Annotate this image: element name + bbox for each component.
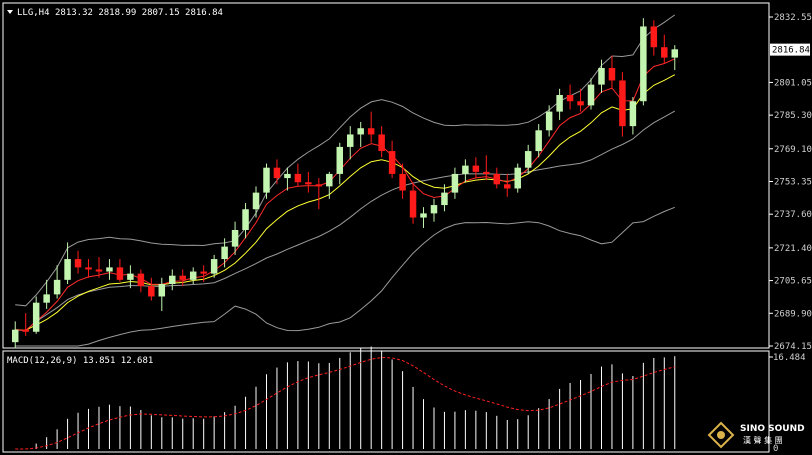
- candle-body: [441, 192, 448, 206]
- candle-body: [200, 271, 207, 274]
- candle-body: [210, 259, 218, 274]
- candle-body: [524, 151, 532, 168]
- candle-body: [577, 101, 584, 106]
- candle-body: [85, 267, 92, 270]
- candle-body: [116, 267, 124, 280]
- candle-body: [252, 192, 260, 210]
- ohlc-readout: 2813.32 2818.99 2807.15 2816.84: [55, 8, 223, 18]
- macd-indicator-label[interactable]: MACD(12,26,9) 13.851 12.681: [7, 356, 153, 366]
- candle-body: [189, 271, 197, 280]
- current-price-label: 2816.84: [772, 46, 810, 56]
- price-tick-label: 2705.65: [774, 277, 812, 287]
- candle-body: [671, 49, 679, 58]
- candle-body: [148, 286, 155, 297]
- logo-sub-text: 漢 聲 集 團: [743, 435, 783, 445]
- candle-body: [221, 246, 228, 260]
- candle-body: [367, 128, 375, 135]
- candle-body: [640, 26, 647, 102]
- candle-body: [388, 151, 396, 174]
- candle-body: [43, 294, 50, 303]
- candle-body: [378, 134, 385, 152]
- candle-body: [399, 173, 406, 191]
- candle-body: [504, 184, 511, 189]
- candle-body: [346, 134, 354, 147]
- candle-body: [242, 209, 249, 230]
- logo-center-icon: [717, 431, 725, 439]
- candle-body: [462, 165, 469, 174]
- candle-body: [545, 111, 553, 131]
- candle-body: [420, 213, 427, 218]
- candle-body: [430, 205, 438, 214]
- candle-body: [106, 267, 113, 272]
- price-tick-label: 2832.55: [774, 13, 812, 23]
- candle-body: [535, 130, 542, 152]
- logo-brand-text: SINO SOUND: [740, 424, 805, 434]
- candle-body: [514, 167, 521, 189]
- candle-body: [493, 173, 501, 185]
- candle-body: [158, 284, 166, 297]
- candle-body: [305, 182, 312, 185]
- price-axis: 2832.55 2816.84 2801.05 2785.30 2769.10 2753.…: [769, 13, 812, 352]
- candle-body: [294, 173, 302, 183]
- macd-axis-top-label: 16.484: [773, 353, 806, 363]
- candle-body: [64, 259, 71, 280]
- price-tick-label: 2753.35: [774, 178, 812, 188]
- candle-body: [483, 171, 490, 174]
- candle-body: [263, 167, 270, 193]
- candle-body: [137, 273, 145, 287]
- candle-body: [629, 101, 637, 127]
- price-tick-label: 2801.05: [774, 78, 812, 88]
- candle-body: [608, 67, 616, 81]
- candle-body: [566, 94, 574, 102]
- candle-body: [74, 259, 82, 268]
- price-tick-label: 2769.10: [774, 145, 812, 155]
- candle-body: [336, 146, 344, 174]
- price-tick-label: 2737.60: [774, 210, 812, 220]
- candle-body: [179, 275, 186, 280]
- candle-body: [409, 190, 417, 218]
- candle-body: [127, 273, 134, 280]
- candle-body: [284, 173, 291, 179]
- candle-body: [472, 165, 480, 172]
- price-tick-label: 2785.30: [774, 111, 812, 121]
- candle-body: [169, 275, 176, 285]
- candle-body: [587, 84, 595, 106]
- candle-body: [231, 229, 239, 247]
- macd-axis-zero-label: 0: [773, 444, 778, 454]
- candle-body: [315, 184, 323, 187]
- price-tick-label: 2674.15: [774, 342, 812, 352]
- chart-window[interactable]: 2832.55 2816.84 2801.05 2785.30 2769.10 2753.…: [0, 0, 812, 455]
- candle-body: [598, 67, 605, 85]
- candle-body: [650, 26, 658, 48]
- candle-body: [32, 302, 40, 332]
- candle-body: [22, 329, 29, 332]
- price-tick-label: 2721.40: [774, 244, 812, 254]
- chart-canvas[interactable]: 2832.55 2816.84 2801.05 2785.30 2769.10 2753.…: [0, 0, 812, 455]
- candle-body: [53, 279, 61, 295]
- candle-body: [619, 80, 626, 127]
- candle-body: [661, 47, 668, 58]
- candle-body: [357, 128, 364, 135]
- candle-body: [11, 329, 19, 343]
- candle-body: [95, 269, 103, 272]
- candle-body: [556, 94, 563, 112]
- candle-body: [326, 173, 333, 187]
- price-tick-label: 2689.90: [774, 309, 812, 319]
- candle-body: [273, 167, 281, 179]
- candle-body: [451, 173, 459, 193]
- symbol-timeframe-label: LLG,H4: [17, 8, 50, 18]
